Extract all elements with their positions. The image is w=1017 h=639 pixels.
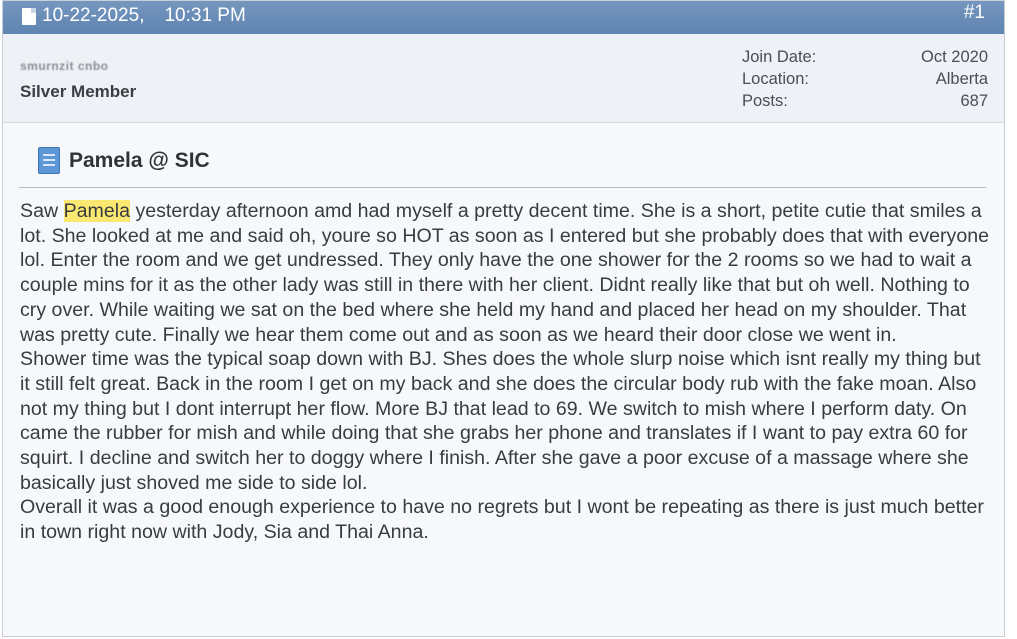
post-date-text: 10-22-2025, xyxy=(42,5,145,26)
title-divider xyxy=(19,187,986,188)
stat-label: Location: xyxy=(742,70,809,88)
post-title-text: Pamela @ SIC xyxy=(69,148,210,172)
post-date: 10-22-2025, 10:31 PM xyxy=(22,4,246,28)
stat-label: Join Date: xyxy=(742,48,817,66)
stat-join-date: Join Date: Oct 2020 xyxy=(742,46,988,68)
post-body: Saw Pamela yesterday afternoon amd had m… xyxy=(20,199,990,545)
post-paragraph: Shower time was the typical soap down wi… xyxy=(20,347,990,495)
post-icon xyxy=(22,7,36,25)
document-icon xyxy=(38,147,60,174)
post-header: 10-22-2025, 10:31 PM #1 xyxy=(3,1,1004,34)
post-paragraph: Overall it was a good enough experience … xyxy=(20,495,990,544)
post-paragraph: Saw Pamela yesterday afternoon amd had m… xyxy=(20,199,990,347)
stat-value: 687 xyxy=(960,92,988,110)
stat-value: Oct 2020 xyxy=(921,48,988,66)
user-title: Silver Member xyxy=(20,82,137,101)
post-title: Pamela @ SIC xyxy=(38,147,210,174)
post-number-link[interactable]: #1 xyxy=(964,2,985,24)
highlighted-word: Pamela xyxy=(63,200,130,222)
user-info: smurnzit cnbo Silver Member Join Date: O… xyxy=(3,34,1004,123)
text-run: Shower time was the typical soap down wi… xyxy=(20,348,981,494)
post-content: Pamela @ SIC Saw Pamela yesterday aftern… xyxy=(3,123,1004,636)
stat-posts: Posts: 687 xyxy=(742,90,988,112)
username-link[interactable]: smurnzit cnbo xyxy=(20,59,109,73)
forum-post: 10-22-2025, 10:31 PM #1 smurnzit cnbo Si… xyxy=(2,0,1005,637)
user-stats: Join Date: Oct 2020 Location: Alberta Po… xyxy=(742,46,988,112)
text-run: yesterday afternoon amd had myself a pre… xyxy=(20,200,990,346)
stat-value: Alberta xyxy=(935,70,988,88)
text-run: Overall it was a good enough experience … xyxy=(20,496,984,544)
stat-label: Posts: xyxy=(742,92,788,110)
post-time-text: 10:31 PM xyxy=(164,5,246,26)
text-run: Saw xyxy=(20,200,64,222)
stat-location: Location: Alberta xyxy=(742,68,988,90)
